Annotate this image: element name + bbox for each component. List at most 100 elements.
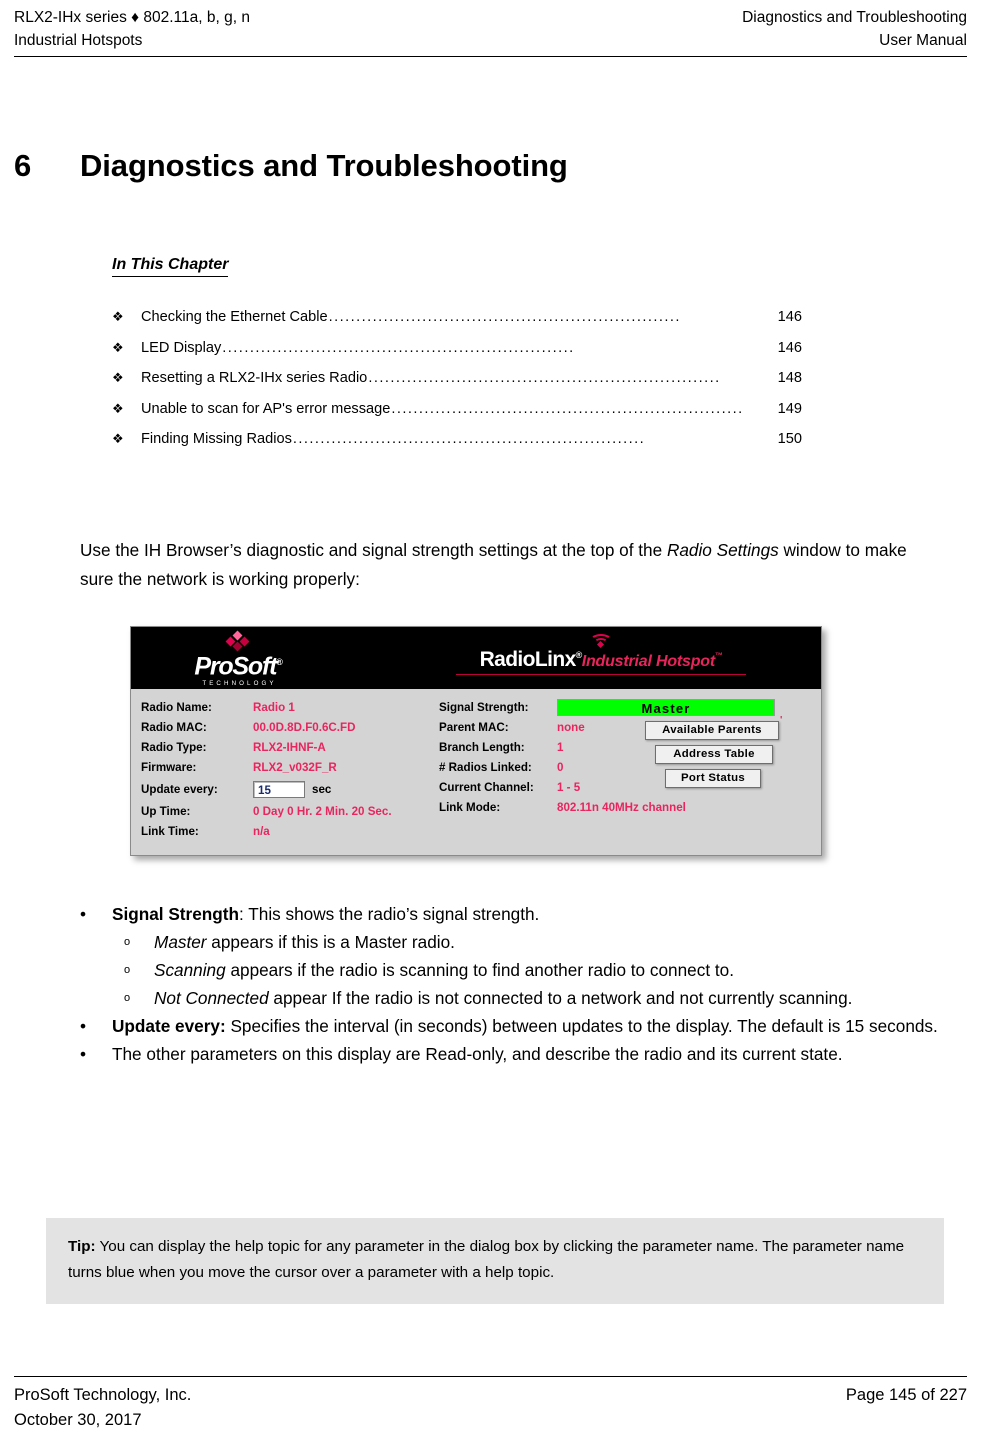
available-parents-button[interactable]: Available Parents — [645, 721, 779, 740]
list-item-text: The other parameters on this display are… — [112, 1040, 950, 1068]
field-label[interactable]: Branch Length: — [439, 741, 557, 754]
diamond-bullet-icon: ❖ — [112, 400, 124, 416]
list-item: • Signal Strength: This shows the radio’… — [80, 900, 950, 928]
tip-text: You can display the help topic for any p… — [68, 1238, 905, 1281]
update-interval-input[interactable]: 15 — [253, 780, 305, 798]
radio-status-column: Signal Strength: Master Parent MAC: none… — [431, 697, 821, 841]
toc-entry[interactable]: ❖ Finding Missing Radios ...............… — [112, 424, 802, 455]
page-footer: ProSoft Technology, Inc. October 30, 201… — [14, 1383, 967, 1433]
toc-leader-dots: ........................................… — [328, 309, 681, 325]
header-divider — [14, 56, 967, 57]
radiolinx-logo: RadioLinx®Industrial Hotspot™ — [431, 633, 771, 675]
radio-settings-panel: Radio Name: Radio 1 Radio MAC: 00.0D.8D.… — [131, 689, 821, 855]
footer-page-number: Page 145 of 227 — [845, 1386, 967, 1404]
field-firmware: Firmware: RLX2_v032F_R — [141, 757, 431, 777]
toc-entry[interactable]: ❖ Resetting a RLX2-IHx series Radio ....… — [112, 363, 802, 394]
list-item-term: Not Connected — [154, 988, 269, 1008]
field-value: 802.11n 40MHz channel — [557, 800, 686, 814]
field-label[interactable]: Radio Type: — [141, 741, 253, 754]
list-item-body: Specifies the interval (in seconds) betw… — [225, 1016, 938, 1036]
list-item: o Master appears if this is a Master rad… — [80, 928, 950, 956]
list-item-term: Master — [154, 932, 207, 952]
list-item: • The other parameters on this display a… — [80, 1040, 950, 1068]
bullet-icon: • — [80, 1044, 87, 1064]
field-label[interactable]: Signal Strength: — [439, 701, 557, 714]
sub-bullet-icon: o — [124, 964, 131, 976]
panel-action-buttons: Available Parents Address Table Port Sta… — [645, 721, 825, 793]
toc-entry-label: Finding Missing Radios — [141, 431, 292, 447]
field-value: RLX2_v032F_R — [253, 760, 337, 774]
radiolinx-trademark-icon: ™ — [715, 651, 723, 660]
list-item-body: : This shows the radio’s signal strength… — [239, 904, 540, 924]
toc-entry-label: Unable to scan for AP's error message — [141, 400, 391, 417]
field-label[interactable]: Link Mode: — [439, 801, 557, 814]
intro-paragraph: Use the IH Browser’s diagnostic and sign… — [80, 536, 940, 593]
radio-info-column: Radio Name: Radio 1 Radio MAC: 00.0D.8D.… — [131, 697, 431, 841]
intro-text-part1: Use the IH Browser’s diagnostic and sign… — [80, 540, 667, 561]
chapter-number: 6 — [14, 148, 32, 183]
prosoft-wordmark: ProSoft® — [173, 649, 303, 679]
field-label[interactable]: Update every: — [141, 783, 253, 796]
field-signal-strength: Signal Strength: Master — [439, 697, 821, 717]
list-item: o Scanning appears if the radio is scann… — [80, 956, 950, 984]
field-label[interactable]: Current Channel: — [439, 781, 557, 794]
diamond-bullet-icon: ❖ — [112, 431, 124, 446]
app-banner: ProSoft® TECHNOLOGY RadioLinx®Industrial… — [131, 627, 821, 689]
diamond-bullet-icon: ❖ — [112, 309, 124, 324]
field-value: 0 Day 0 Hr. 2 Min. 20 Sec. — [253, 804, 392, 818]
diamond-bullet-icon: ❖ — [112, 339, 124, 355]
field-label[interactable]: Link Time: — [141, 825, 253, 838]
list-item-body: appears if the radio is scanning to find… — [225, 960, 734, 980]
field-value: 1 - 5 — [557, 780, 581, 794]
bullet-icon: • — [80, 1016, 87, 1036]
port-status-button[interactable]: Port Status — [665, 769, 761, 788]
toc-leader-dots: ........................................… — [391, 400, 744, 417]
wifi-signal-icon — [431, 633, 771, 649]
field-label[interactable]: # Radios Linked: — [439, 761, 557, 774]
page-header: RLX2-IHx series ♦ 802.11a, b, g, n Indus… — [14, 6, 967, 52]
field-label[interactable]: Radio Name: — [141, 701, 253, 714]
list-item-text: Not Connected appear If the radio is not… — [154, 984, 950, 1012]
prosoft-logo: ProSoft® TECHNOLOGY — [173, 630, 303, 687]
toc-entry[interactable]: ❖ Unable to scan for AP's error message … — [112, 394, 802, 425]
field-label[interactable]: Up Time: — [141, 805, 253, 818]
field-label[interactable]: Parent MAC: — [439, 721, 557, 734]
field-value: none — [557, 720, 585, 734]
field-value: 00.0D.8D.F0.6C.FD — [253, 720, 356, 734]
field-link-time: Link Time: n/a — [141, 821, 431, 841]
toc-entry[interactable]: ❖ Checking the Ethernet Cable ..........… — [112, 302, 802, 333]
toc-entry-page: 148 — [777, 370, 802, 386]
toc-entry-page: 146 — [777, 309, 802, 325]
list-item: o Not Connected appear If the radio is n… — [80, 984, 950, 1012]
list-item-body: The other parameters on this display are… — [112, 1044, 843, 1064]
list-item-text: Scanning appears if the radio is scannin… — [154, 956, 950, 984]
sub-bullet-icon: o — [124, 992, 131, 1004]
toc-entry-label: Checking the Ethernet Cable — [141, 309, 328, 325]
bullet-icon: • — [80, 904, 87, 924]
tip-label: Tip: — [68, 1238, 96, 1255]
footer-company: ProSoft Technology, Inc. — [14, 1386, 192, 1404]
list-item-term: Update every: — [112, 1016, 226, 1036]
toc-entry-page: 146 — [777, 339, 802, 356]
toc-entry-page: 150 — [777, 431, 802, 447]
header-section-title: Diagnostics and Troubleshooting — [742, 9, 967, 26]
field-value: n/a — [253, 824, 270, 838]
radiolinx-tagline: Industrial Hotspot — [581, 653, 716, 670]
toc-entry[interactable]: ❖ LED Display ..........................… — [112, 333, 802, 364]
intro-emphasis: Radio Settings — [666, 540, 779, 561]
prosoft-registered-icon: ® — [276, 657, 283, 667]
field-radio-type: Radio Type: RLX2-IHNF-A — [141, 737, 431, 757]
list-item-term: Scanning — [154, 960, 226, 980]
parameter-description-list: • Signal Strength: This shows the radio’… — [80, 900, 950, 1068]
list-item-body: appears if this is a Master radio. — [206, 932, 455, 952]
field-value: 0 — [557, 760, 564, 774]
chapter-toc: ❖ Checking the Ethernet Cable ..........… — [112, 302, 802, 455]
field-label[interactable]: Firmware: — [141, 761, 253, 774]
footer-divider — [14, 1376, 967, 1377]
field-value: Radio 1 — [253, 700, 295, 714]
toc-entry-page: 149 — [777, 400, 802, 417]
header-right: Diagnostics and Troubleshooting User Man… — [742, 6, 967, 52]
address-table-button[interactable]: Address Table — [655, 745, 773, 764]
sub-bullet-icon: o — [124, 936, 131, 948]
field-label[interactable]: Radio MAC: — [141, 721, 253, 734]
